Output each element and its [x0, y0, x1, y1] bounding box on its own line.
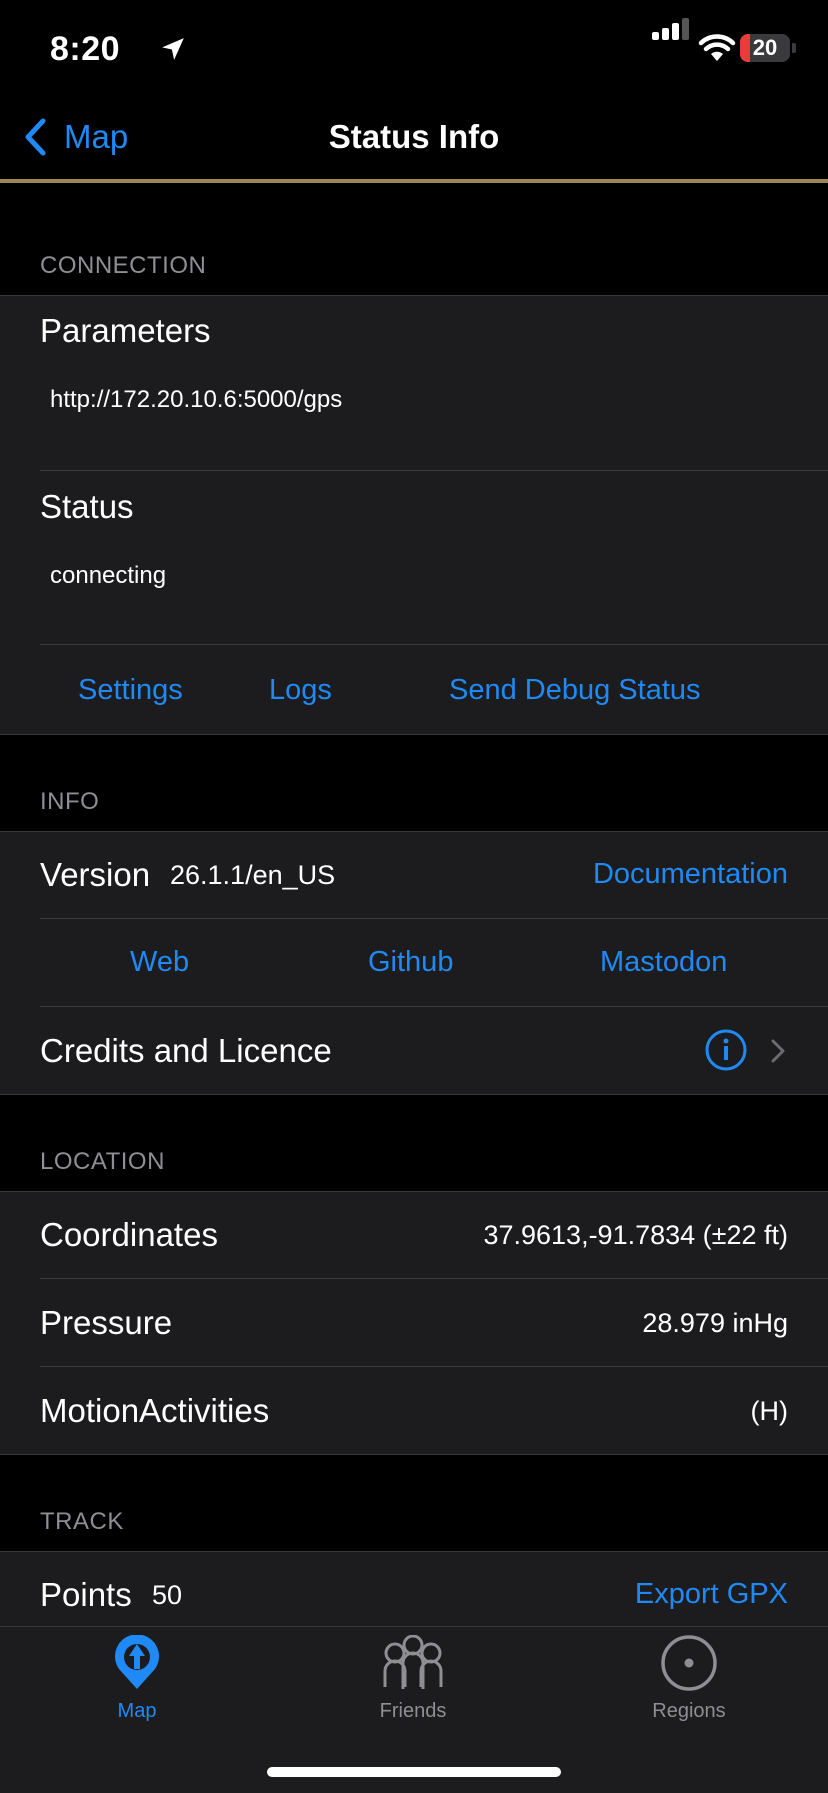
- friends-icon: [383, 1634, 443, 1689]
- github-button[interactable]: Github: [368, 946, 453, 979]
- battery-cap: [792, 43, 796, 53]
- info-circle-icon[interactable]: [704, 1028, 748, 1072]
- wifi-icon: [698, 34, 736, 61]
- battery-icon: 20: [740, 34, 790, 62]
- coordinates-label: Coordinates: [40, 1216, 218, 1253]
- version-value: 26.1.1/en_US: [170, 860, 336, 890]
- points-value: 50: [152, 1580, 183, 1610]
- tab-map-label: Map: [117, 1700, 157, 1722]
- mastodon-button[interactable]: Mastodon: [600, 946, 727, 979]
- battery-level: 20: [752, 35, 778, 60]
- separator: [40, 470, 828, 471]
- web-button[interactable]: Web: [130, 946, 189, 979]
- info-group: Version 26.1.1/en_US Documentation Web G…: [0, 831, 828, 1095]
- separator: [40, 1366, 828, 1367]
- regions-icon: [661, 1635, 717, 1691]
- motion-activities-value: (H): [750, 1396, 788, 1426]
- settings-button[interactable]: Settings: [78, 674, 183, 707]
- separator: [40, 644, 828, 645]
- home-indicator: [267, 1767, 561, 1777]
- connection-group: Parameters http://172.20.10.6:5000/gps S…: [0, 295, 828, 735]
- tab-regions[interactable]: Regions: [609, 1635, 769, 1723]
- motion-activities-label: MotionActivities: [40, 1392, 270, 1429]
- section-header-track: TRACK: [40, 1508, 124, 1535]
- navigation-bar: Map Status Info: [0, 100, 828, 180]
- section-header-connection: CONNECTION: [40, 252, 207, 279]
- nav-divider: [0, 179, 828, 183]
- pressure-label: Pressure: [40, 1304, 173, 1341]
- status-bar: 8:20 20: [0, 0, 828, 100]
- tab-friends[interactable]: Friends: [333, 1634, 493, 1723]
- tab-friends-label: Friends: [379, 1700, 447, 1722]
- chevron-right-icon: [771, 1039, 785, 1063]
- status-value: connecting: [50, 562, 167, 589]
- parameters-value: http://172.20.10.6:5000/gps: [50, 386, 343, 413]
- status-time: 8:20: [50, 30, 121, 68]
- separator: [40, 1006, 828, 1007]
- separator: [40, 1278, 828, 1279]
- pressure-value: 28.979 inHg: [642, 1308, 788, 1338]
- tab-map[interactable]: Map: [57, 1634, 217, 1723]
- export-gpx-button[interactable]: Export GPX: [635, 1578, 788, 1611]
- map-pin-icon: [115, 1634, 159, 1689]
- section-header-info: INFO: [40, 788, 100, 815]
- version-label: Version: [40, 856, 151, 893]
- credits-licence-item[interactable]: Credits and Licence: [40, 1032, 332, 1070]
- page-title: Status Info: [328, 118, 500, 155]
- tab-regions-label: Regions: [652, 1700, 726, 1722]
- separator: [40, 918, 828, 919]
- parameters-label: Parameters: [40, 312, 211, 349]
- points-label: Points: [40, 1576, 132, 1613]
- section-header-location: LOCATION: [40, 1148, 165, 1175]
- location-group: Coordinates 37.9613,-91.7834 (±22 ft) Pr…: [0, 1191, 828, 1455]
- location-arrow-icon: [162, 38, 184, 60]
- coordinates-value: 37.9613,-91.7834 (±22 ft): [483, 1220, 788, 1250]
- send-debug-status-button[interactable]: Send Debug Status: [449, 674, 701, 707]
- documentation-button[interactable]: Documentation: [593, 858, 788, 891]
- status-label: Status: [40, 488, 134, 525]
- logs-button[interactable]: Logs: [269, 674, 332, 707]
